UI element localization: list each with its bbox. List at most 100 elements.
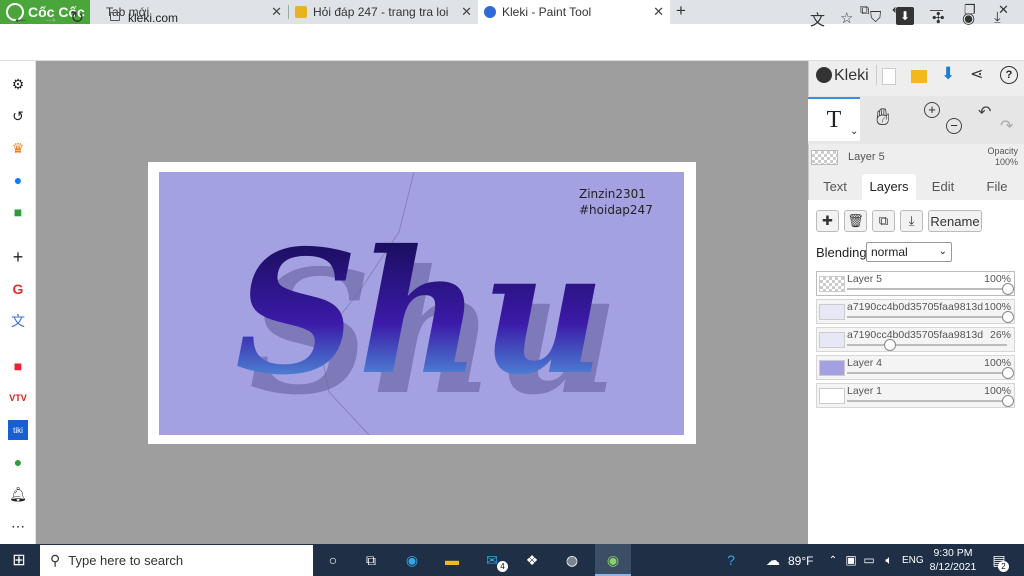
toolbar [0,24,1024,61]
opacity-value: 100% [994,157,1018,167]
weather-temp[interactable]: 89°F [788,554,813,568]
layer-name: a7190cc4b0d35705faa9813d [847,301,984,313]
merge-down-button[interactable]: ⤓ [900,210,923,232]
dropbox-icon[interactable]: ❖ [521,550,543,570]
zoom-out-icon[interactable]: − [946,118,962,134]
github-icon[interactable]: ◍ [561,550,583,570]
address-bar[interactable]: kleki.com [128,11,178,25]
task-view-icon[interactable]: ⧉ [360,550,382,570]
opacity-slider[interactable] [847,288,1007,290]
share-icon[interactable]: ⋖ [970,64,983,84]
vtv-icon[interactable]: VTV [8,388,28,408]
layer-opacity: 26% [989,329,1011,341]
hoidap-favicon-icon [295,6,307,18]
more-icon[interactable]: ⋯ [8,516,28,536]
kleki-logo: Kleki [834,67,869,84]
delete-layer-button[interactable]: 🗑︎ [844,210,867,232]
opacity-slider[interactable] [847,400,1007,402]
tab-edit[interactable]: Edit [916,174,970,200]
shield-icon[interactable]: ⛉ [870,9,881,26]
layer-thumb [819,360,845,376]
tab-label: Kleki - Paint Tool [502,5,592,19]
settings-icon[interactable]: ⚙ [8,74,28,94]
new-tab-button[interactable]: + [676,1,686,21]
weather-icon[interactable]: ☁ [762,550,784,570]
panel-tabs: Text Layers Edit File [808,174,1024,200]
tab-label: Hỏi đáp 247 - trang tra loi [313,5,449,19]
layer-row[interactable]: Layer 4 100% [816,355,1015,380]
clock[interactable]: 9:30 PM 8/12/2021 [926,546,980,574]
downloads-icon[interactable]: ⤓ [994,9,1001,26]
duplicate-layer-button[interactable]: ⧉ [872,210,895,232]
back-icon[interactable]: ← [12,8,29,28]
close-icon[interactable]: ✕ [461,4,472,20]
opacity-slider-knob[interactable] [1002,311,1014,323]
redo-icon[interactable]: ↷ [1000,116,1013,136]
opacity-slider-knob[interactable] [883,339,896,351]
sidebar-toggle-icon[interactable]: ⧉ [860,2,869,18]
map-icon[interactable]: ● [8,452,28,472]
opacity-slider[interactable] [847,316,1007,318]
download-page-icon[interactable]: ⬇ [896,7,914,25]
new-file-icon[interactable] [882,68,896,85]
opacity-slider-knob[interactable] [1002,367,1014,379]
opacity-slider-knob[interactable] [1002,283,1014,295]
rename-button[interactable]: Rename [928,210,982,232]
forward-icon[interactable]: → [42,8,59,28]
extensions-icon[interactable]: ✣ [932,9,945,27]
tiki-icon[interactable]: tiki [8,420,28,440]
battery-icon[interactable]: ▭ [858,550,880,570]
opacity-slider[interactable] [847,344,1007,346]
layer-thumb [819,388,845,404]
undo-icon[interactable]: ↶ [978,102,991,122]
language-indicator[interactable]: ENG [902,555,924,566]
save-download-icon[interactable]: ⬇ [941,64,955,84]
taskbar-search[interactable]: ⚲ Type here to search [40,545,313,576]
close-icon[interactable]: ✕ [271,4,282,20]
chevron-down-icon[interactable]: ⌄ [850,126,858,137]
tab-layers[interactable]: Layers [862,174,916,200]
mail-badge: 4 [497,561,508,572]
bell-icon[interactable]: 🔔︎ [8,484,28,504]
layer-row[interactable]: Layer 5 100% [816,271,1015,296]
hand-tool-icon[interactable]: ✋︎ [876,104,890,132]
blending-select[interactable]: normal ⌄ [866,242,952,262]
layer-row[interactable]: a7190cc4b0d35705faa9813d 26% [816,327,1015,352]
open-folder-icon[interactable] [911,70,927,83]
tab-kleki[interactable]: Kleki - Paint Tool ✕ [478,0,670,24]
help-icon[interactable]: ? [1000,66,1018,84]
lock-icon[interactable] [110,12,120,21]
star-icon[interactable]: ☆ [840,9,853,27]
opacity-slider[interactable] [847,372,1007,374]
close-icon[interactable]: ✕ [653,4,664,20]
tab-hoidap[interactable]: Hỏi đáp 247 - trang tra loi ✕ [289,0,478,24]
volume-icon[interactable]: 🔈︎ [878,550,900,570]
crown-icon[interactable]: ♛ [8,138,28,158]
edge-icon[interactable]: ◉ [401,550,423,570]
kleki-logo-icon [816,67,832,83]
help-tray-icon[interactable]: ? [720,550,742,570]
layer-name: Layer 1 [847,385,883,397]
zoom-in-icon[interactable]: + [924,102,940,118]
windows-start-icon[interactable]: ⊞ [8,550,30,570]
add-icon[interactable]: + [8,247,28,267]
cortana-icon[interactable]: ○ [322,550,344,570]
tab-file[interactable]: File [970,174,1024,200]
current-layer-name: Layer 5 [848,151,885,163]
file-explorer-icon[interactable]: ▬ [441,550,463,570]
reload-icon[interactable]: ↻ [70,8,84,28]
profile-icon[interactable]: ◉ [962,9,975,27]
history-icon[interactable]: ↺ [8,106,28,126]
messenger-icon[interactable]: ● [8,170,28,190]
layer-row[interactable]: Layer 1 100% [816,383,1015,408]
watermark-user: Zinzin2301 [579,187,646,201]
layer-row[interactable]: a7190cc4b0d35705faa9813d 100% [816,299,1015,324]
opacity-slider-knob[interactable] [1002,395,1014,407]
translate-icon[interactable]: 文 [810,9,825,30]
google-icon[interactable]: G [8,279,28,299]
tab-text[interactable]: Text [808,174,862,200]
shopping-icon[interactable]: ■ [8,356,28,376]
translate-app-icon[interactable]: 文 [8,311,28,331]
add-layer-button[interactable]: ✚ [816,210,839,232]
gamepad-icon[interactable]: ■ [8,202,28,222]
